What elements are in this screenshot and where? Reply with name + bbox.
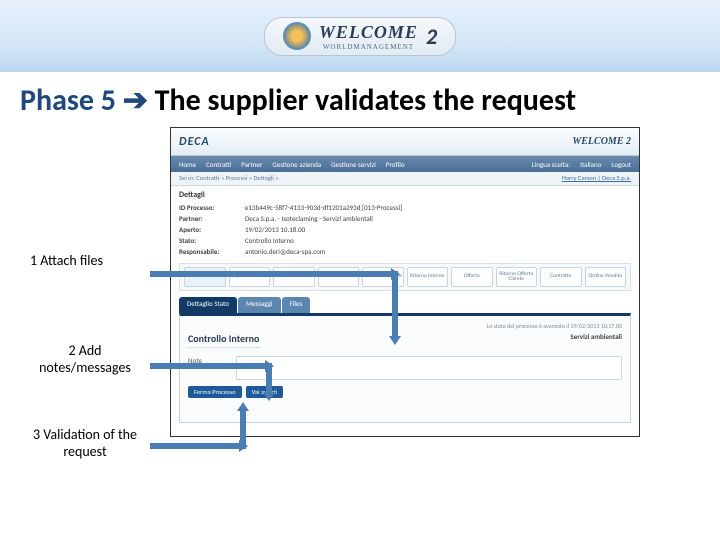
header-band: WELCOME WORLDMANAGEMENT 2 [0,0,720,72]
detail-label: Aperto: [179,225,239,234]
detail-value: Controllo Interno [245,236,294,245]
section-title: Dettagli [171,186,639,202]
slide-heading: Phase 5 ➔ The supplier validates the req… [0,72,720,127]
detail-label: Stato: [179,236,239,245]
annotation-validation: 3 Validation of the request [30,427,140,461]
panel-service: Servizi ambientali [570,332,622,341]
workflow-chevrons: Controllo Interno Aspettando Dati Preven… [179,263,631,291]
heading-rest: The supplier validates the request [155,82,576,119]
tab-dettaglio[interactable]: Dettaglio Stato [179,297,237,313]
logo-word: WELCOME [319,22,418,42]
chevron-step[interactable]: Offerta [451,267,493,287]
tab-files[interactable]: Files [282,297,311,313]
app-screenshot: DECA WELCOME 2 Home Contratti Partner Ge… [170,127,640,437]
logo-subtitle: WORLDMANAGEMENT [319,43,418,51]
chevron-step[interactable]: Ordine Vendita [585,267,627,287]
globe-icon [283,22,311,50]
chevron-step[interactable]: Preventivo [318,267,360,287]
nav-contratti[interactable]: Contratti [206,160,231,169]
arrow-connector [266,363,272,393]
ss-navbar: Home Contratti Partner Gestione azienda … [171,156,639,172]
detail-label: ID Processo: [179,203,239,212]
panel-caption: Lo stato del processo è avanzato il 19/0… [188,322,622,330]
tab-strip: Dettaglio Stato Messaggi Files [179,297,631,313]
chevron-step[interactable]: Ritorno Offerta Cliente [496,267,538,287]
panel-title: Controllo Interno [188,332,259,348]
arrow-connector [392,271,398,337]
detail-value: 19/02/2013 10.18.00 [245,225,305,234]
ss-header: DECA WELCOME 2 [171,128,639,156]
detail-value: antonio.deri@deca-spa.com [245,247,325,256]
detail-row: Responsabile: antonio.deri@deca-spa.com [171,246,639,257]
detail-row: Stato: Controllo Interno [171,235,639,246]
annotation-add-notes: 2 Add notes/messages [30,343,140,377]
lang-value[interactable]: Italiano [580,160,601,169]
annotation-attach-files: 1 Attach files [30,253,103,270]
chevron-step[interactable]: Contratto [540,267,582,287]
arrow-icon: ➔ [123,82,148,119]
chevron-step[interactable]: Ritorno Interno [407,267,449,287]
heading-phase: Phase 5 [20,82,116,119]
logo-number: 2 [426,23,437,50]
nav-azienda[interactable]: Gestione azienda [272,160,321,169]
nav-servizi[interactable]: Gestione servizi [331,160,376,169]
breadcrumb: Sei in: Contratti » Processi » Dettagli … [171,172,639,186]
logo-text: WELCOME WORLDMANAGEMENT [319,22,418,51]
arrow-connector [240,410,246,449]
chevron-step[interactable] [273,267,315,287]
nav-home[interactable]: Home [179,160,196,169]
detail-row: ID Processo: e13b449c-58f7-4133-903d-df12… [171,202,639,213]
content-area: DECA WELCOME 2 Home Contratti Partner Ge… [0,127,720,547]
detail-value: Deca S.p.a. - Isoteclaming - Servizi amb… [245,214,373,223]
brand-deca: DECA [179,135,210,149]
detail-row: Aperto: 19/02/2013 10.18.00 [171,224,639,235]
logo-pill: WELCOME WORLDMANAGEMENT 2 [264,17,456,56]
nav-partner[interactable]: Partner [241,160,262,169]
lang-label: Lingua scelta: [532,160,570,169]
detail-row: Partner: Deca S.p.a. - Isoteclaming - Ser… [171,213,639,224]
detail-label: Partner: [179,214,239,223]
chevron-step[interactable]: Aspettando Dati [229,267,271,287]
nav-profilo[interactable]: Profilo [386,160,405,169]
tab-messaggi[interactable]: Messaggi [238,297,281,313]
panel-buttons: Ferma Processo Vai avanti [188,386,622,398]
arrow-connector [150,363,266,369]
logout-link[interactable]: Logout [611,160,631,169]
brand-welcome: WELCOME 2 [572,136,631,147]
breadcrumb-user[interactable]: Harry Carson | Deca S.p.a. [562,174,631,182]
stop-process-button[interactable]: Ferma Processo [188,386,242,398]
note-input[interactable] [236,356,622,380]
detail-label: Responsabile: [179,247,239,256]
detail-value: e13b449c-58f7-4133-903d-df1201a293d [013… [245,203,402,212]
arrow-connector [150,271,392,277]
chevron-step[interactable]: Controllo Interno [184,267,226,287]
breadcrumb-path: Sei in: Contratti » Processi » Dettagli … [179,174,279,182]
arrow-connector [150,443,240,449]
